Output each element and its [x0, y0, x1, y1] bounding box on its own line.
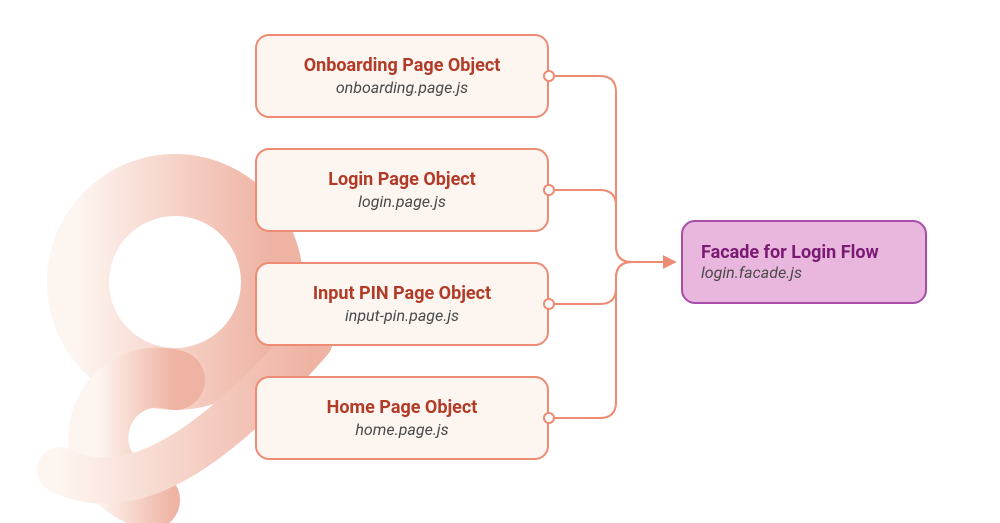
- card-title: Login Page Object: [328, 169, 476, 190]
- card-title: Facade for Login Flow: [701, 242, 925, 263]
- card-title: Input PIN Page Object: [313, 283, 491, 304]
- diagram-stage: Onboarding Page Object onboarding.page.j…: [0, 0, 1000, 523]
- page-object-onboarding: Onboarding Page Object onboarding.page.j…: [255, 34, 549, 118]
- card-title: Home Page Object: [327, 397, 478, 418]
- card-file: home.page.js: [355, 420, 448, 439]
- card-file: input-pin.page.js: [345, 306, 459, 325]
- page-object-home: Home Page Object home.page.js: [255, 376, 549, 460]
- page-object-login: Login Page Object login.page.js: [255, 148, 549, 232]
- card-file: onboarding.page.js: [336, 78, 468, 97]
- page-object-input-pin: Input PIN Page Object input-pin.page.js: [255, 262, 549, 346]
- card-file: login.page.js: [358, 192, 446, 211]
- card-title: Onboarding Page Object: [304, 55, 501, 76]
- facade-login-flow: Facade for Login Flow login.facade.js: [681, 220, 927, 304]
- card-file: login.facade.js: [701, 263, 925, 282]
